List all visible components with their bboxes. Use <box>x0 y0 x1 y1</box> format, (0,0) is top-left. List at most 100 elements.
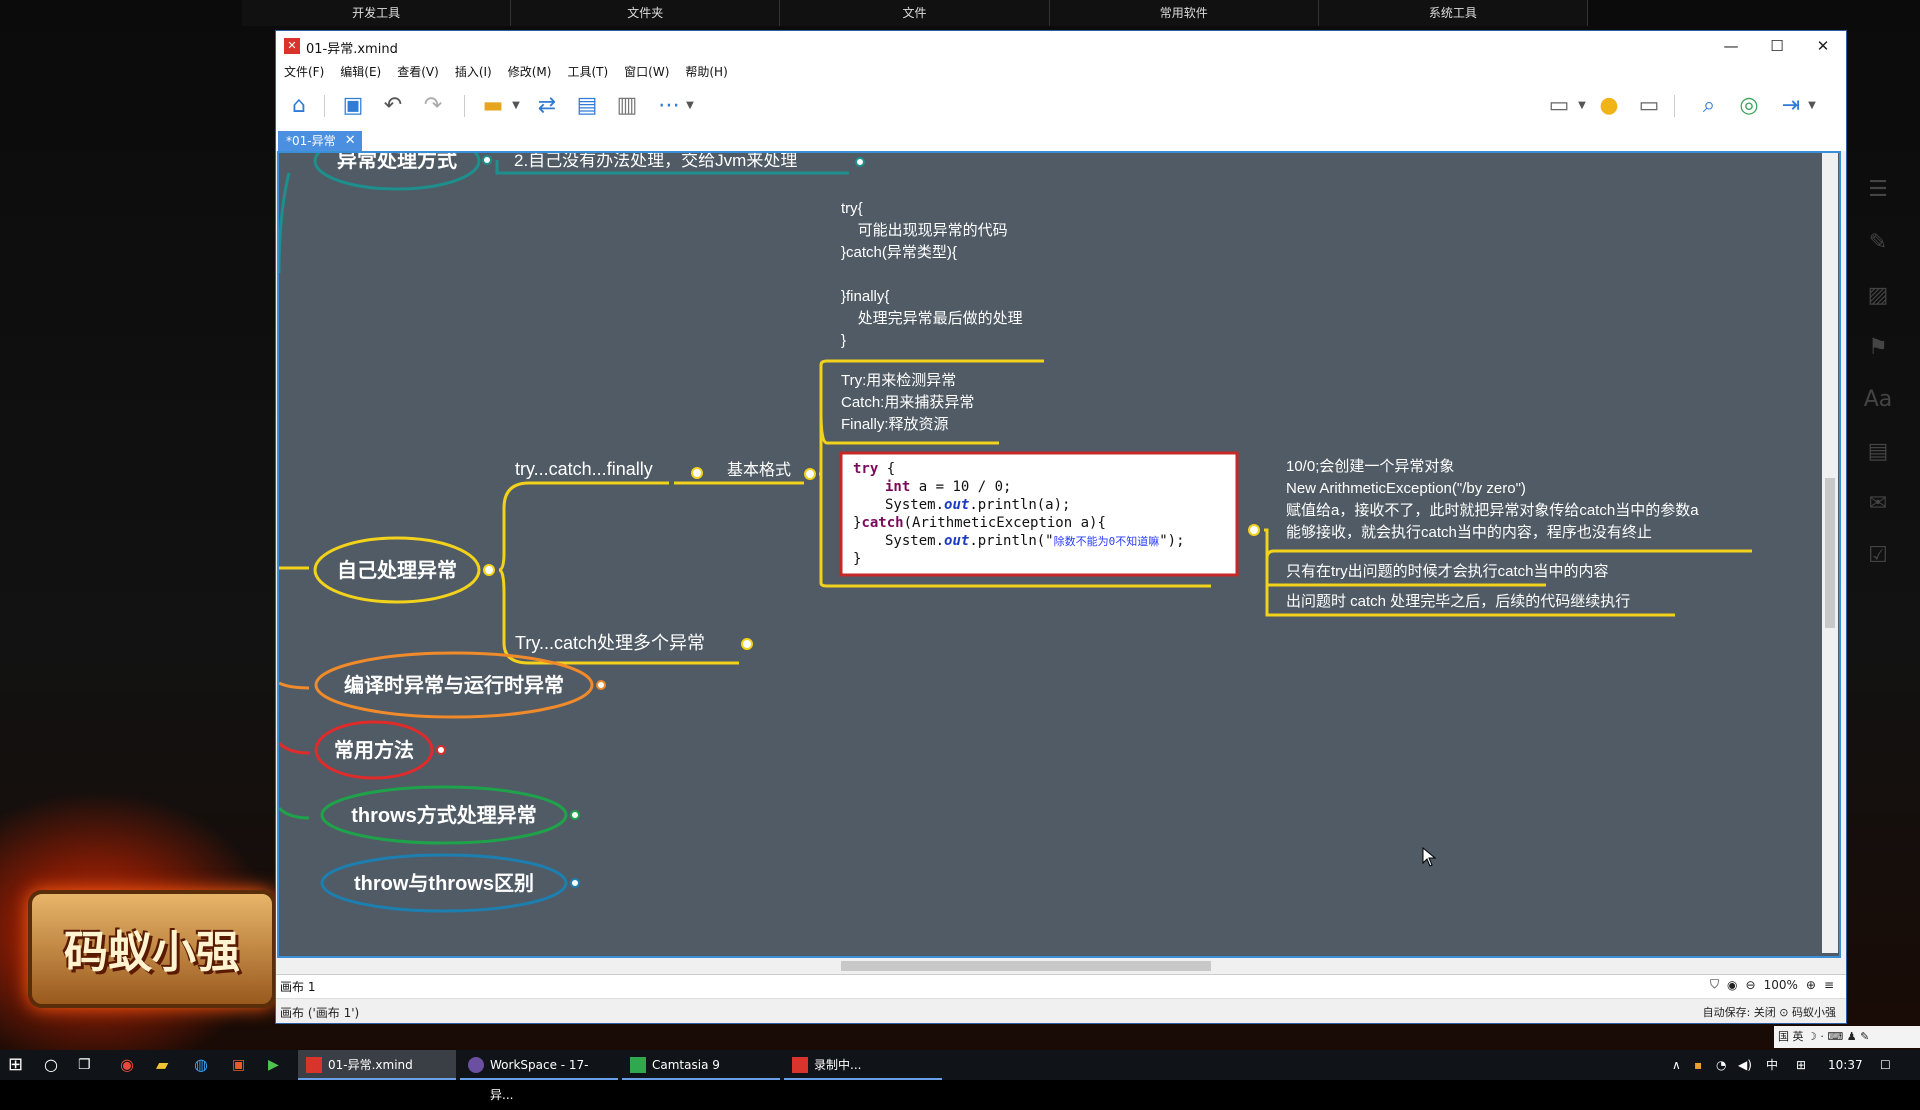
file-explorer-icon[interactable]: ▰ <box>156 1050 168 1080</box>
marker-flag-icon[interactable]: ⚑ <box>1861 331 1895 365</box>
horizontal-scrollbar-thumb[interactable] <box>841 961 1211 971</box>
layout-icon[interactable]: ▭ <box>1634 91 1664 121</box>
topic-multi-catch[interactable]: Try...catch处理多个异常 <box>515 633 705 653</box>
taskbar-eclipse[interactable]: WorkSpace - 17-异... <box>460 1050 618 1102</box>
task-panel-icon[interactable]: ☑ <box>1861 539 1895 573</box>
topic-dropdown-icon[interactable]: ▼ <box>510 91 522 121</box>
comments-panel-icon[interactable]: ✉ <box>1861 487 1895 521</box>
outline-panel-icon[interactable]: ☰ <box>1861 173 1895 207</box>
search-icon[interactable]: ⌕ <box>1694 91 1724 121</box>
image-panel-icon[interactable]: ▨ <box>1861 279 1895 313</box>
taskbar-camtasia[interactable]: Camtasia 9 <box>622 1050 780 1080</box>
summary-icon[interactable]: ▥ <box>612 91 642 121</box>
menu-icon[interactable]: ≡ <box>1824 978 1834 992</box>
ime-mode-icon[interactable]: ⊞ <box>1796 1050 1806 1080</box>
collapse-handle[interactable] <box>483 564 495 576</box>
windows-start-icon[interactable]: ⊞ <box>8 1050 23 1080</box>
topic-continue-after-catch[interactable]: 出问题时 catch 处理完毕之后，后续的代码继续执行 <box>1286 593 1630 610</box>
tab-close-icon[interactable]: ✕ <box>345 131 356 151</box>
topic-basic-format[interactable]: 基本格式 <box>727 461 791 479</box>
minimize-button[interactable]: — <box>1708 31 1754 61</box>
collapse-handle[interactable] <box>436 745 446 755</box>
vertical-scrollbar[interactable] <box>1822 153 1838 953</box>
notification-icon[interactable]: ☐ <box>1880 1050 1891 1080</box>
zoom-out-icon[interactable]: ⊖ <box>1746 978 1756 992</box>
notes-panel-icon[interactable]: ▤ <box>1861 435 1895 469</box>
boundary-icon[interactable]: ▤ <box>572 91 602 121</box>
sheet-tab[interactable]: 画布 1 <box>280 978 315 995</box>
collapse-handle[interactable] <box>482 155 492 165</box>
search-circle-icon[interactable]: ○ <box>44 1050 58 1080</box>
menu-edit[interactable]: 编辑(E) <box>332 61 389 83</box>
launcher-system-tools[interactable]: 系统工具 <box>1319 0 1589 26</box>
menu-view[interactable]: 查看(V) <box>389 61 447 83</box>
save-icon[interactable]: ▣ <box>338 91 368 121</box>
ime-toolbar[interactable]: 国 英 ☽ · ⌨ ♟ ✎ <box>1774 1026 1920 1048</box>
launcher-dev-tools[interactable]: 开发工具 <box>242 0 512 26</box>
eye-icon[interactable]: ◉ <box>1727 978 1737 992</box>
explanation-note[interactable]: 10/0;会创建一个异常对象 New ArithmeticException("… <box>1286 458 1699 541</box>
horizontal-scrollbar[interactable] <box>276 959 1822 973</box>
launcher-files[interactable]: 文件 <box>780 0 1050 26</box>
close-button[interactable]: ✕ <box>1800 31 1846 61</box>
collapse-handle[interactable] <box>741 638 753 650</box>
menu-file[interactable]: 文件(F) <box>276 61 332 83</box>
clock[interactable]: 10:37 <box>1828 1050 1863 1080</box>
more-icon[interactable]: ⋯ <box>654 91 684 121</box>
code-snippet-image[interactable]: try { int a = 10 / 0; System.out.println… <box>839 451 1239 577</box>
collapse-handle[interactable] <box>1248 524 1260 536</box>
collapse-handle[interactable] <box>596 680 606 690</box>
presentation-dropdown-icon[interactable]: ▼ <box>1576 91 1588 121</box>
collapse-handle[interactable] <box>570 878 580 888</box>
ime-language[interactable]: 中 <box>1766 1050 1778 1080</box>
mindmap-canvas[interactable]: 异常处理方式 2.自己没有办法处理，交给Jvm来处理 自己处理异常 try...… <box>277 151 1841 958</box>
description-note[interactable]: Try:用来检测异常 Catch:用来捕获异常 Finally:释放资源 <box>841 372 974 433</box>
menu-insert[interactable]: 插入(I) <box>447 61 500 83</box>
tray-app-icon[interactable]: ▪ <box>1694 1050 1702 1080</box>
menu-help[interactable]: 帮助(H) <box>677 61 735 83</box>
share-icon[interactable]: ◎ <box>1734 91 1764 121</box>
chrome-icon[interactable]: ◉ <box>120 1050 134 1080</box>
launcher-folders[interactable]: 文件夹 <box>511 0 781 26</box>
collapse-handle[interactable] <box>570 810 580 820</box>
export-dropdown-icon[interactable]: ▼ <box>1806 91 1818 121</box>
media-player-icon[interactable]: ▶ <box>268 1050 279 1080</box>
export-icon[interactable]: ⇥ <box>1776 91 1806 121</box>
home-icon[interactable]: ⌂ <box>284 91 314 121</box>
collapse-handle[interactable] <box>855 157 865 167</box>
vertical-scrollbar-thumb[interactable] <box>1825 478 1835 628</box>
app-icon[interactable]: ▣ <box>232 1050 245 1080</box>
tray-chevron-icon[interactable]: ∧ <box>1672 1050 1681 1080</box>
connector-line <box>279 741 310 755</box>
format-note[interactable]: try{ 可能出现现异常的代码 }catch(异常类型){ }finally{ … <box>841 200 1023 349</box>
topic-icon[interactable]: ▬ <box>478 91 508 121</box>
topic-self-handle-label: 自己处理异常 <box>337 558 457 582</box>
taskbar-xmind[interactable]: 01-异常.xmind <box>298 1050 456 1080</box>
idea-lightbulb-icon[interactable]: ● <box>1594 91 1624 121</box>
maximize-button[interactable]: ☐ <box>1754 31 1800 61</box>
topic-try-catch-finally[interactable]: try...catch...finally <box>515 459 653 479</box>
collapse-handle[interactable] <box>804 468 816 480</box>
topic-catch-only-on-error[interactable]: 只有在try出问题的时候才会执行catch当中的内容 <box>1286 563 1609 580</box>
presentation-icon[interactable]: ▭ <box>1544 91 1574 121</box>
collapse-handle[interactable] <box>691 467 703 479</box>
redo-icon[interactable]: ↷ <box>418 91 448 121</box>
qq-icon[interactable]: ◍ <box>194 1050 208 1080</box>
text-style-icon[interactable]: Aa <box>1861 383 1895 417</box>
topic-jvm-handle[interactable]: 2.自己没有办法处理，交给Jvm来处理 <box>514 153 797 170</box>
menu-window[interactable]: 窗口(W) <box>616 61 677 83</box>
zoom-in-icon[interactable]: ⊕ <box>1806 978 1816 992</box>
taskbar-recording[interactable]: 录制中... <box>784 1050 942 1080</box>
tab-01-exception[interactable]: *01-异常 ✕ <box>278 131 362 151</box>
task-view-icon[interactable]: ❐ <box>78 1050 91 1080</box>
menu-modify[interactable]: 修改(M) <box>500 61 560 83</box>
relationship-icon[interactable]: ⇄ <box>532 91 562 121</box>
volume-icon[interactable]: ◀) <box>1738 1050 1752 1080</box>
undo-icon[interactable]: ↶ <box>378 91 408 121</box>
menu-tools[interactable]: 工具(T) <box>559 61 616 83</box>
filter-icon[interactable]: ⛉ <box>1710 977 1719 992</box>
network-icon[interactable]: ◔ <box>1716 1050 1726 1080</box>
format-brush-icon[interactable]: ✎ <box>1861 226 1895 260</box>
more-dropdown-icon[interactable]: ▼ <box>684 91 696 121</box>
launcher-common-software[interactable]: 常用软件 <box>1050 0 1319 26</box>
